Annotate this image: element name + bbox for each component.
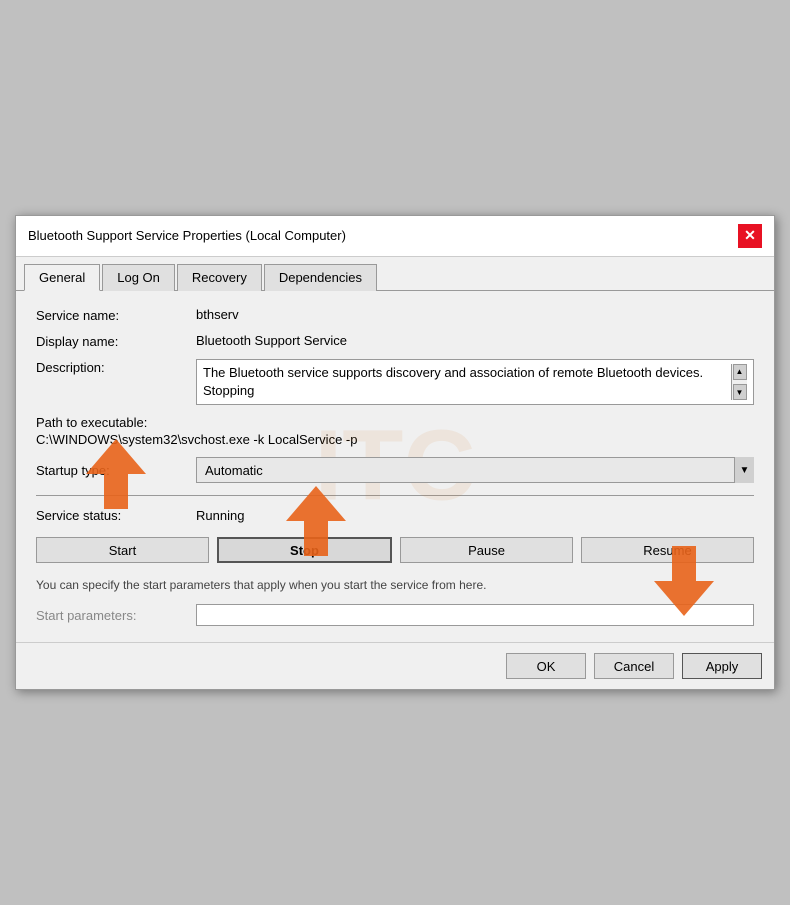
start-params-input[interactable]: [196, 604, 754, 626]
startup-select-wrapper[interactable]: Automatic Automatic (Delayed Start) Manu…: [196, 457, 754, 483]
service-control-buttons: Start Stop Pause Resume: [36, 537, 754, 563]
description-box[interactable]: The Bluetooth service supports discovery…: [196, 359, 754, 405]
status-value: Running: [196, 508, 244, 523]
status-label: Service status:: [36, 508, 196, 523]
scroll-up-arrow[interactable]: ▲: [733, 364, 747, 380]
path-section: Path to executable: C:\WINDOWS\system32\…: [36, 415, 754, 447]
ok-button[interactable]: OK: [506, 653, 586, 679]
path-value: C:\WINDOWS\system32\svchost.exe -k Local…: [36, 432, 754, 447]
startup-type-row: Startup type: Automatic Automatic (Delay…: [36, 457, 754, 483]
title-bar: Bluetooth Support Service Properties (Lo…: [16, 216, 774, 257]
resume-button[interactable]: Resume: [581, 537, 754, 563]
start-params-row: Start parameters:: [36, 604, 754, 626]
description-text: The Bluetooth service supports discovery…: [203, 364, 731, 400]
startup-label: Startup type:: [36, 463, 196, 478]
status-row: Service status: Running: [36, 508, 754, 523]
dialog-title: Bluetooth Support Service Properties (Lo…: [28, 228, 346, 243]
pause-button[interactable]: Pause: [400, 537, 573, 563]
startup-type-select[interactable]: Automatic Automatic (Delayed Start) Manu…: [196, 457, 754, 483]
service-name-value: bthserv: [196, 307, 754, 322]
close-button[interactable]: ✕: [738, 224, 762, 248]
display-name-label: Display name:: [36, 333, 196, 349]
service-name-label: Service name:: [36, 307, 196, 323]
tab-content: ITC Service name: bthserv Display name: …: [16, 291, 774, 642]
dialog-footer: OK Cancel Apply: [16, 642, 774, 689]
start-params-label: Start parameters:: [36, 608, 196, 623]
properties-dialog: Bluetooth Support Service Properties (Lo…: [15, 215, 775, 690]
tab-dependencies[interactable]: Dependencies: [264, 264, 377, 291]
scroll-down-arrow[interactable]: ▼: [733, 384, 747, 400]
apply-button[interactable]: Apply: [682, 653, 762, 679]
description-scrollbar[interactable]: ▲ ▼: [731, 364, 747, 400]
section-divider: [36, 495, 754, 496]
tab-bar: General Log On Recovery Dependencies: [16, 257, 774, 291]
tab-general[interactable]: General: [24, 264, 100, 291]
stop-button[interactable]: Stop: [217, 537, 392, 563]
tab-recovery[interactable]: Recovery: [177, 264, 262, 291]
tab-logon[interactable]: Log On: [102, 264, 175, 291]
path-label: Path to executable:: [36, 415, 754, 430]
cancel-button[interactable]: Cancel: [594, 653, 674, 679]
description-row: Description: The Bluetooth service suppo…: [36, 359, 754, 405]
start-button[interactable]: Start: [36, 537, 209, 563]
description-label: Description:: [36, 359, 196, 375]
service-name-row: Service name: bthserv: [36, 307, 754, 323]
info-text: You can specify the start parameters tha…: [36, 577, 754, 594]
display-name-row: Display name: Bluetooth Support Service: [36, 333, 754, 349]
display-name-value: Bluetooth Support Service: [196, 333, 754, 348]
